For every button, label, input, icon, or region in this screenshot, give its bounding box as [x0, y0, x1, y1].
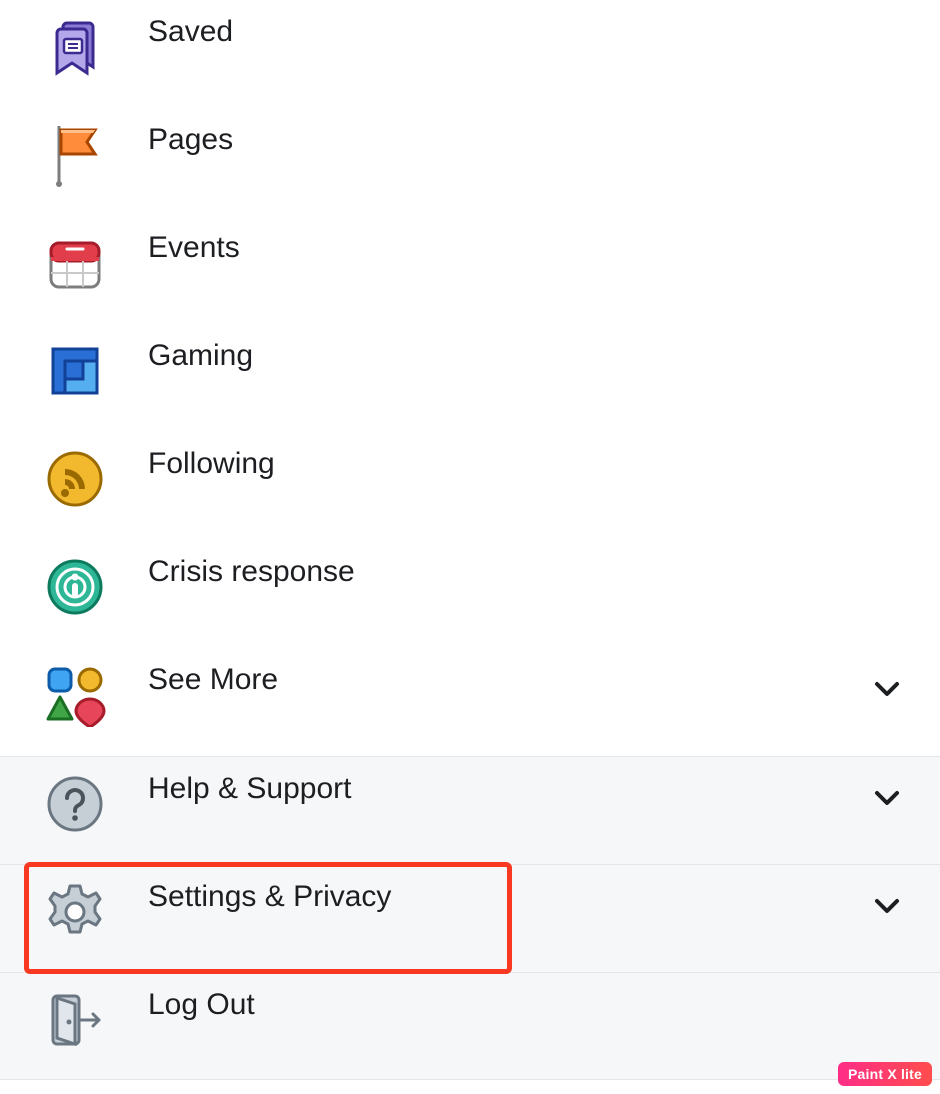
nav-item-see-more[interactable]: See More [0, 648, 940, 756]
nav-item-label: Saved [148, 12, 233, 50]
nav-item-pages[interactable]: Pages [0, 108, 940, 216]
following-icon [40, 444, 110, 514]
nav-item-logout[interactable]: Log Out [0, 972, 940, 1080]
nav-item-following[interactable]: Following [0, 432, 940, 540]
crisis-icon [40, 552, 110, 622]
nav-item-events[interactable]: Events [0, 216, 940, 324]
nav-item-gaming[interactable]: Gaming [0, 324, 940, 432]
nav-item-label: Log Out [148, 985, 255, 1023]
nav-item-label: Events [148, 228, 240, 266]
saved-icon [40, 12, 110, 82]
nav-item-label: Pages [148, 120, 233, 158]
watermark-badge: Paint X lite [838, 1062, 932, 1086]
logout-icon [40, 985, 110, 1055]
nav-item-help[interactable]: Help & Support [0, 756, 940, 864]
gear-icon [40, 877, 110, 947]
nav-item-label: Settings & Privacy [148, 877, 391, 915]
nav-item-label: See More [148, 660, 278, 698]
help-icon [40, 769, 110, 839]
gaming-icon [40, 336, 110, 406]
nav-item-label: Help & Support [148, 769, 351, 807]
nav-item-label: Crisis response [148, 552, 355, 590]
see-more-icon [40, 660, 110, 730]
chevron-down-icon [872, 783, 902, 818]
nav-item-label: Following [148, 444, 275, 482]
nav-item-crisis[interactable]: Crisis response [0, 540, 940, 648]
nav-menu: Saved Pages Events [0, 0, 940, 1080]
nav-item-label: Gaming [148, 336, 253, 374]
nav-item-saved[interactable]: Saved [0, 0, 940, 108]
pages-icon [40, 120, 110, 190]
nav-item-settings[interactable]: Settings & Privacy [0, 864, 940, 972]
chevron-down-icon [872, 674, 902, 709]
chevron-down-icon [872, 891, 902, 926]
events-icon [40, 228, 110, 298]
